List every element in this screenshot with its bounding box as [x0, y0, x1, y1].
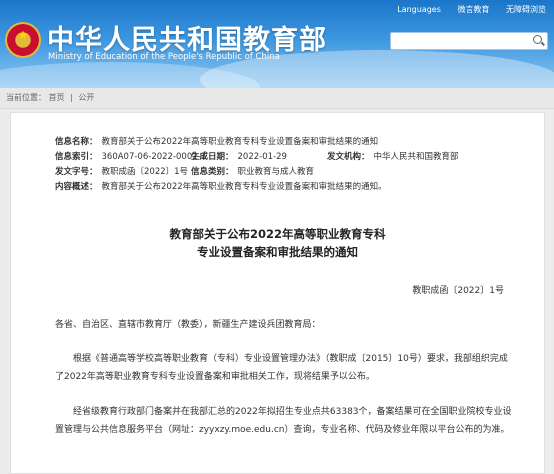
date-label: 生成日期： [191, 152, 234, 162]
info-name-value: 教育部关于公布2022年高等职业教育专科专业设置备案和审批结果的通知 [101, 137, 379, 147]
accessibility-link[interactable]: 无障碍浏览 [506, 5, 546, 14]
summary-value: 教育部关于公布2022年高等职业教育专科专业设置备案和审批结果的通知。 [101, 182, 387, 192]
paragraph-2-line-2: 置管理与公共信息服务平台（网址：zyyxzy.moe.edu.cn）查询，专业名… [55, 425, 510, 435]
summary-label: 内容概述： [55, 182, 98, 192]
search-input[interactable] [390, 32, 548, 50]
doc-number-value: 教职成函〔2022〕1号 [101, 167, 189, 177]
category-value: 职业教育与成人教育 [237, 167, 315, 177]
weiyan-link[interactable]: 微言教育 [457, 5, 489, 14]
paragraph-1-line-1: 根据《普通高等学校高等职业教育（专科）专业设置管理办法》（教职成〔2015〕10… [73, 354, 508, 364]
paragraph-2: 经省级教育行政部门备案并在我部汇总的2022年拟招生专业点共63383个，备案结… [55, 403, 515, 439]
breadcrumb-label: 当前位置： [6, 93, 46, 102]
national-emblem-icon: ★ [5, 22, 41, 58]
top-links: Languages 微言教育 无障碍浏览 [383, 4, 546, 15]
paragraph-2-line-1: 经省级教育行政部门备案并在我部汇总的2022年拟招生专业点共63383个，备案结… [73, 407, 512, 417]
issuer-label: 发文机构： [327, 152, 370, 162]
document-title-line1: 教育部关于公布2022年高等职业教育专科 [169, 227, 386, 241]
breadcrumb-section[interactable]: 公开 [78, 93, 94, 102]
breadcrumb-separator: | [70, 93, 73, 102]
category-label: 信息类别： [191, 167, 234, 177]
site-subtitle: Ministry of Education of the People's Re… [48, 52, 280, 62]
search-icon[interactable] [533, 35, 542, 44]
date-value: 2022-01-29 [237, 152, 287, 162]
languages-link[interactable]: Languages [397, 5, 441, 14]
issuer-value: 中华人民共和国教育部 [373, 152, 459, 162]
paragraph-1-line-2: 了2022年高等职业教育专科专业设置备案和审批相关工作，现将结果予以公布。 [55, 372, 375, 382]
site-header: ★ 中华人民共和国教育部 Ministry of Education of th… [0, 0, 554, 88]
paragraph-1: 根据《普通高等学校高等职业教育（专科）专业设置管理办法》（教职成〔2015〕10… [55, 350, 515, 386]
breadcrumb-home[interactable]: 首页 [49, 93, 65, 102]
salutation: 各省、自治区、直辖市教育厅（教委），新疆生产建设兵团教育局： [55, 320, 321, 330]
info-name-label: 信息名称： [55, 137, 98, 147]
doc-number-label: 发文字号： [55, 167, 98, 177]
breadcrumb: 当前位置： 首页 | 公开 [0, 88, 554, 109]
info-index-label: 信息索引： [55, 152, 98, 162]
document-number: 教职成函〔2022〕1号 [412, 286, 504, 296]
document-title-line2: 专业设置备案和审批结果的通知 [197, 245, 358, 259]
article-panel: 信息名称： 教育部关于公布2022年高等职业教育专科专业设置备案和审批结果的通知 … [10, 112, 545, 474]
